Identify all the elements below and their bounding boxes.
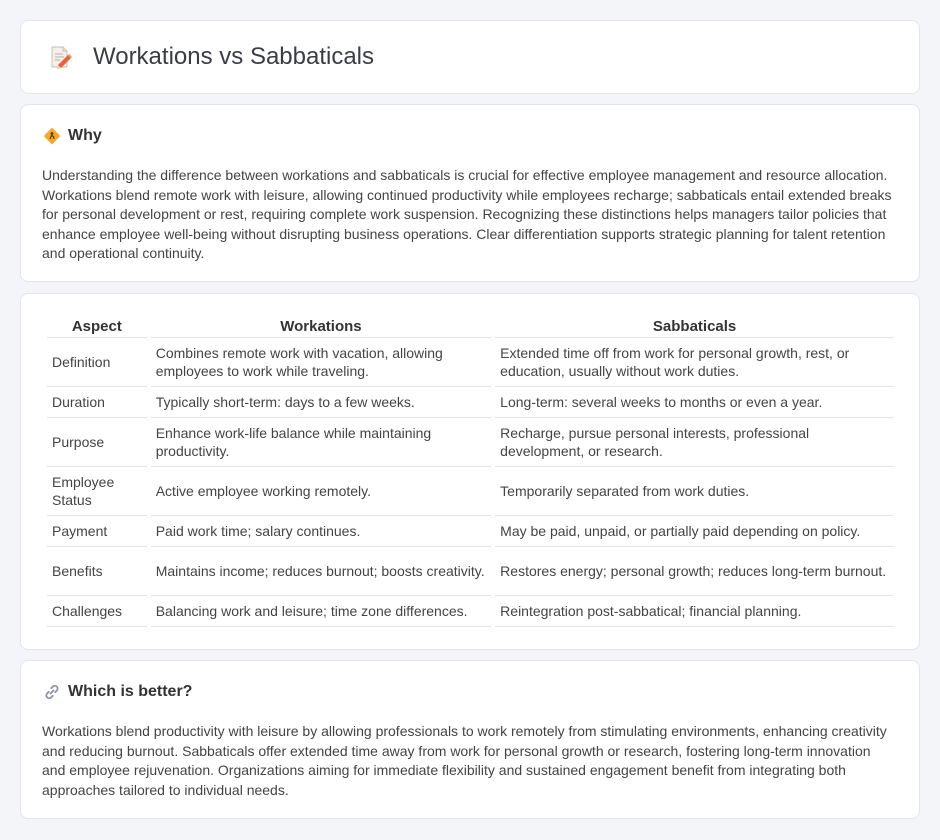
cell-workations: Combines remote work with vacation, allo… <box>150 338 492 387</box>
table-row: Challenges Balancing work and leisure; t… <box>47 596 894 627</box>
table-header-row: Aspect Workations Sabbaticals <box>47 316 894 338</box>
better-text: Workations blend productivity with leisu… <box>42 723 887 798</box>
cell-workations: Active employee working remotely. <box>150 467 492 516</box>
cell-workations: Maintains income; reduces burnout; boost… <box>150 547 492 596</box>
table-row: Purpose Enhance work-life balance while … <box>47 418 894 467</box>
document-pencil-icon <box>51 46 73 69</box>
title-card: Workations vs Sabbaticals <box>20 20 920 94</box>
header-sabbaticals: Sabbaticals <box>495 316 894 338</box>
table-row: Employee Status Active employee working … <box>47 467 894 516</box>
diamond-sign-icon <box>44 128 60 144</box>
table-row: Payment Paid work time; salary continues… <box>47 516 894 547</box>
why-text: Understanding the difference between wor… <box>42 167 892 261</box>
better-heading: Which is better? <box>68 683 193 700</box>
table-row: Duration Typically short-term: days to a… <box>47 387 894 418</box>
table-row: Definition Combines remote work with vac… <box>47 338 894 387</box>
table-row: Benefits Maintains income; reduces burno… <box>47 547 894 596</box>
cell-aspect: Duration <box>47 387 147 418</box>
cell-sabbaticals: May be paid, unpaid, or partially paid d… <box>495 516 894 547</box>
better-header: Which is better? <box>43 683 192 701</box>
which-is-better-card: Which is better? Workations blend produc… <box>20 660 920 819</box>
cell-aspect: Definition <box>47 338 147 387</box>
cell-workations: Enhance work-life balance while maintain… <box>150 418 492 467</box>
comparison-card: Aspect Workations Sabbaticals Definition… <box>20 293 920 650</box>
comparison-table: Aspect Workations Sabbaticals Definition… <box>43 316 898 627</box>
cell-aspect: Employee Status <box>47 467 147 516</box>
cell-sabbaticals: Reintegration post-sabbatical; financial… <box>495 596 894 627</box>
cell-aspect: Payment <box>47 516 147 547</box>
cell-sabbaticals: Extended time off from work for personal… <box>495 338 894 387</box>
why-heading: Why <box>68 127 102 144</box>
title-bar: Workations vs Sabbaticals <box>21 21 919 93</box>
cell-aspect: Benefits <box>47 547 147 596</box>
page-title: Workations vs Sabbaticals <box>93 43 375 70</box>
cell-workations: Paid work time; salary continues. <box>150 516 492 547</box>
cell-sabbaticals: Recharge, pursue personal interests, pro… <box>495 418 894 467</box>
cell-aspect: Purpose <box>47 418 147 467</box>
link-icon <box>45 684 59 700</box>
cell-sabbaticals: Temporarily separated from work duties. <box>495 467 894 516</box>
cell-aspect: Challenges <box>47 596 147 627</box>
header-aspect: Aspect <box>47 316 147 338</box>
cell-sabbaticals: Long-term: several weeks to months or ev… <box>495 387 894 418</box>
cell-sabbaticals: Restores energy; personal growth; reduce… <box>495 547 894 596</box>
cell-workations: Balancing work and leisure; time zone di… <box>150 596 492 627</box>
why-card: Why Understanding the difference between… <box>20 104 920 282</box>
why-header: Why <box>43 127 102 145</box>
header-workations: Workations <box>150 316 492 338</box>
cell-workations: Typically short-term: days to a few week… <box>150 387 492 418</box>
